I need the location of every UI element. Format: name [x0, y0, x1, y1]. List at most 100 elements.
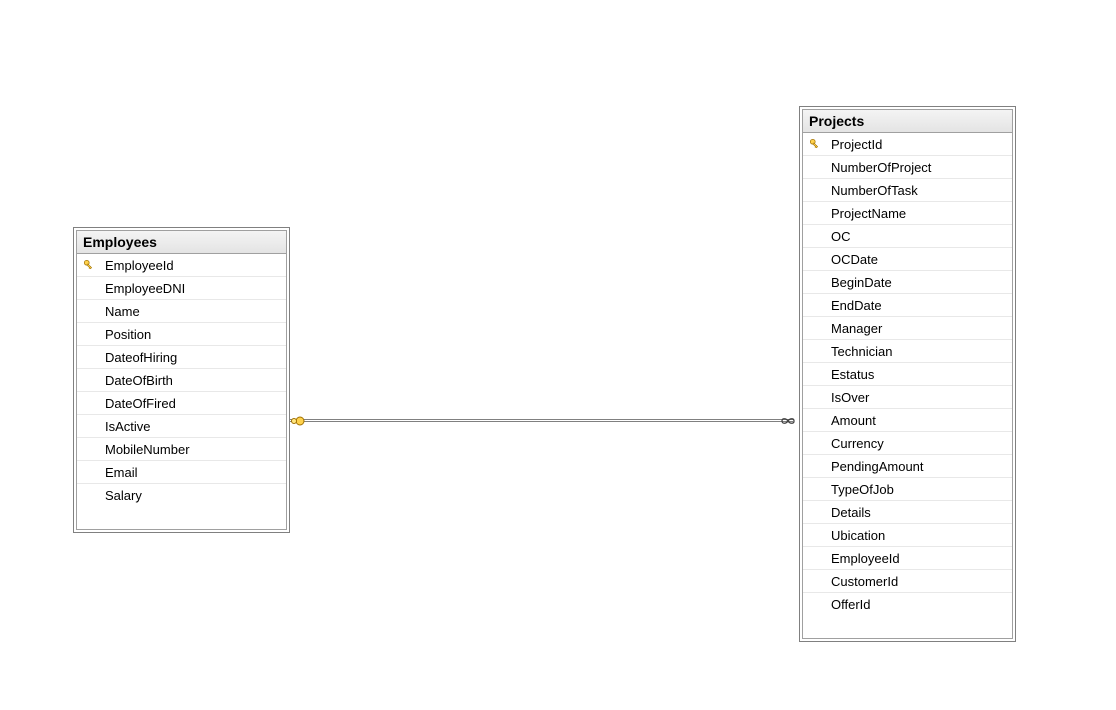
column-row[interactable]: OfferId — [803, 593, 1012, 616]
table-projects-columns: ProjectId NumberOfProject NumberOfTask Proj… — [803, 133, 1012, 616]
column-name: NumberOfProject — [827, 160, 1012, 175]
column-row[interactable]: EndDate — [803, 294, 1012, 317]
column-row[interactable]: NumberOfTask — [803, 179, 1012, 202]
key-cell-empty — [77, 484, 101, 507]
column-row[interactable]: EmployeeId — [803, 547, 1012, 570]
column-name: EmployeeDNI — [101, 281, 286, 296]
column-name: Salary — [101, 488, 286, 503]
key-cell-empty — [77, 392, 101, 414]
table-projects-inner: Projects ProjectId NumberOfProject NumberO… — [802, 109, 1013, 639]
column-name: Position — [101, 327, 286, 342]
key-cell-empty — [803, 294, 827, 316]
column-name: OCDate — [827, 252, 1012, 267]
column-name: MobileNumber — [101, 442, 286, 457]
key-cell-empty — [803, 524, 827, 546]
column-row[interactable]: EmployeeId — [77, 254, 286, 277]
column-row[interactable]: DateOfBirth — [77, 369, 286, 392]
key-cell-empty — [803, 156, 827, 178]
key-cell-empty — [803, 386, 827, 408]
key-cell-empty — [77, 277, 101, 299]
column-name: Ubication — [827, 528, 1012, 543]
column-name: IsActive — [101, 419, 286, 434]
column-row[interactable]: DateofHiring — [77, 346, 286, 369]
table-projects-filler — [803, 616, 1012, 638]
key-cell-empty — [803, 179, 827, 201]
key-cell-empty — [77, 438, 101, 460]
column-row[interactable]: Manager — [803, 317, 1012, 340]
table-projects[interactable]: Projects ProjectId NumberOfProject NumberO… — [799, 106, 1016, 642]
table-employees-inner: Employees EmployeeId EmployeeDNI Name Posit… — [76, 230, 287, 530]
column-name: ProjectId — [827, 137, 1012, 152]
column-row[interactable]: IsOver — [803, 386, 1012, 409]
column-row[interactable]: Salary — [77, 484, 286, 507]
key-cell-empty — [803, 271, 827, 293]
column-row[interactable]: Ubication — [803, 524, 1012, 547]
column-name: CustomerId — [827, 574, 1012, 589]
column-row[interactable]: TypeOfJob — [803, 478, 1012, 501]
column-row[interactable]: Amount — [803, 409, 1012, 432]
column-name: Name — [101, 304, 286, 319]
relationship-endpoint-one — [290, 413, 306, 429]
column-row[interactable]: DateOfFired — [77, 392, 286, 415]
column-row[interactable]: BeginDate — [803, 271, 1012, 294]
key-cell-empty — [77, 461, 101, 483]
column-name: Email — [101, 465, 286, 480]
column-name: IsOver — [827, 390, 1012, 405]
column-name: DateofHiring — [101, 350, 286, 365]
column-name: BeginDate — [827, 275, 1012, 290]
column-name: DateOfBirth — [101, 373, 286, 388]
column-row[interactable]: Technician — [803, 340, 1012, 363]
column-row[interactable]: Details — [803, 501, 1012, 524]
table-title-employees: Employees — [77, 231, 286, 254]
key-cell-empty — [803, 248, 827, 270]
column-row[interactable]: OC — [803, 225, 1012, 248]
column-row[interactable]: Estatus — [803, 363, 1012, 386]
column-row[interactable]: CustomerId — [803, 570, 1012, 593]
column-row[interactable]: Currency — [803, 432, 1012, 455]
key-cell-empty — [77, 415, 101, 437]
key-cell-empty — [803, 547, 827, 569]
table-employees-columns: EmployeeId EmployeeDNI Name Position DateofH… — [77, 254, 286, 507]
column-row[interactable]: EmployeeDNI — [77, 277, 286, 300]
column-row[interactable]: IsActive — [77, 415, 286, 438]
column-row[interactable]: ProjectId — [803, 133, 1012, 156]
key-cell-empty — [803, 570, 827, 592]
column-name: EmployeeId — [827, 551, 1012, 566]
key-cell-empty — [803, 455, 827, 477]
column-name: OfferId — [827, 597, 1012, 612]
primary-key-icon — [77, 254, 101, 276]
column-row[interactable]: Position — [77, 323, 286, 346]
column-row[interactable]: MobileNumber — [77, 438, 286, 461]
key-cell-empty — [77, 323, 101, 345]
column-row[interactable]: Name — [77, 300, 286, 323]
column-row[interactable]: ProjectName — [803, 202, 1012, 225]
relationship-endpoint-many — [780, 413, 796, 429]
key-cell-empty — [803, 409, 827, 431]
key-cell-empty — [803, 225, 827, 247]
key-cell-empty — [803, 317, 827, 339]
column-name: NumberOfTask — [827, 183, 1012, 198]
column-name: Currency — [827, 436, 1012, 451]
key-cell-empty — [77, 300, 101, 322]
column-row[interactable]: NumberOfProject — [803, 156, 1012, 179]
key-cell-empty — [803, 478, 827, 500]
column-name: ProjectName — [827, 206, 1012, 221]
column-name: OC — [827, 229, 1012, 244]
table-employees[interactable]: Employees EmployeeId EmployeeDNI Name Posit… — [73, 227, 290, 533]
column-row[interactable]: Email — [77, 461, 286, 484]
relationship-line[interactable] — [290, 419, 793, 422]
primary-key-icon — [803, 133, 827, 155]
column-name: Technician — [827, 344, 1012, 359]
key-cell-empty — [803, 501, 827, 523]
column-row[interactable]: OCDate — [803, 248, 1012, 271]
key-cell-empty — [77, 369, 101, 391]
column-name: PendingAmount — [827, 459, 1012, 474]
key-cell-empty — [803, 202, 827, 224]
column-name: Manager — [827, 321, 1012, 336]
column-row[interactable]: PendingAmount — [803, 455, 1012, 478]
table-employees-filler — [77, 507, 286, 529]
column-name: Details — [827, 505, 1012, 520]
table-title-projects: Projects — [803, 110, 1012, 133]
column-name: Amount — [827, 413, 1012, 428]
key-cell-empty — [803, 432, 827, 454]
